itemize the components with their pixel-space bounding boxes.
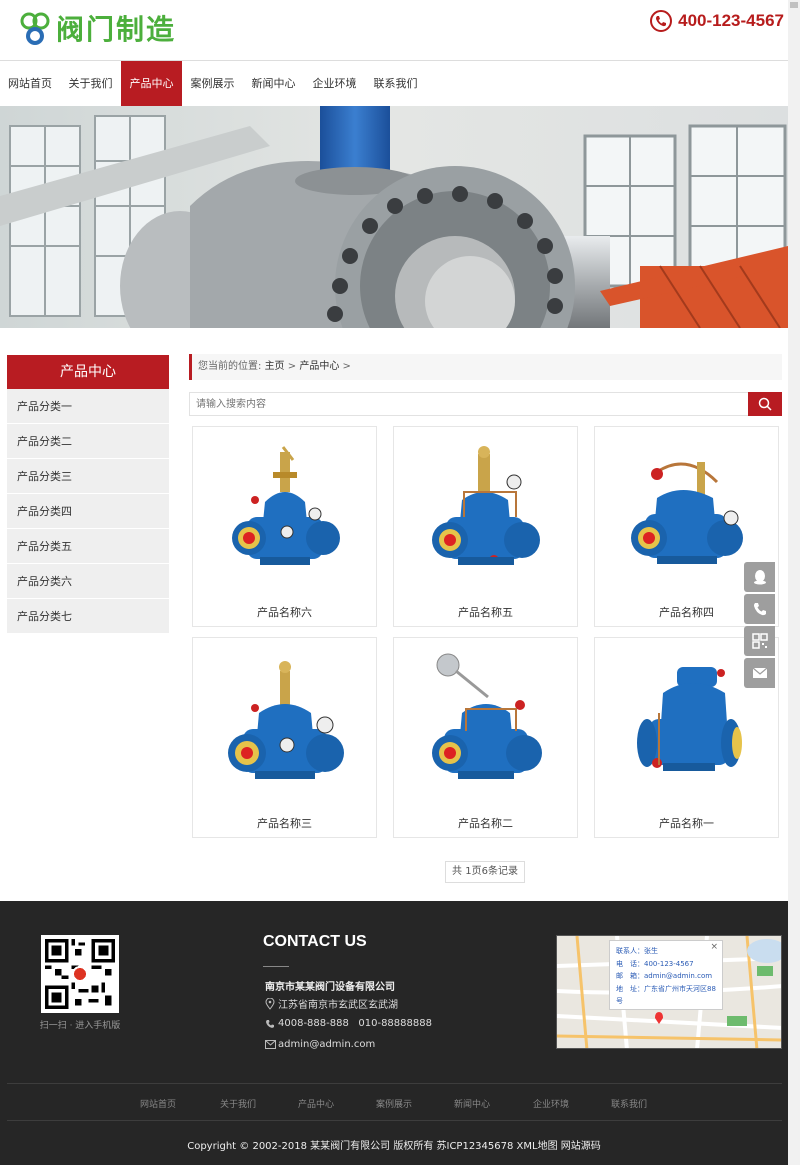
product-name[interactable]: 产品名称一 bbox=[595, 815, 778, 831]
sidebar-item-category-7[interactable]: 产品分类七 bbox=[7, 599, 169, 634]
map-address: 地 址：广东省广州市天河区88号 bbox=[616, 984, 716, 1006]
phone-icon bbox=[650, 10, 673, 32]
product-card[interactable]: 产品名称三 bbox=[192, 637, 377, 838]
close-icon[interactable]: × bbox=[710, 941, 718, 954]
product-name[interactable]: 产品名称六 bbox=[193, 604, 376, 620]
phone-text: 4008-888-888 010-88888888 bbox=[278, 1018, 432, 1029]
sidebar-item-category-3[interactable]: 产品分类三 bbox=[7, 459, 169, 494]
banner-image bbox=[0, 106, 788, 328]
email-text[interactable]: admin@admin.com bbox=[278, 1039, 375, 1050]
footer-divider bbox=[7, 1083, 782, 1084]
contact-title: CONTACT US bbox=[263, 933, 367, 950]
nav-item-contact[interactable]: 联系我们 bbox=[365, 61, 426, 106]
logo-text: 阀门制造 bbox=[56, 13, 177, 46]
floating-toolbar bbox=[744, 562, 775, 690]
product-image[interactable] bbox=[394, 638, 577, 808]
product-image[interactable] bbox=[193, 427, 376, 597]
sidebar-item-category-2[interactable]: 产品分类二 bbox=[7, 424, 169, 459]
map-contact: 联系人：张生 bbox=[616, 947, 658, 955]
qrcode-button[interactable] bbox=[744, 626, 775, 656]
product-card[interactable]: 产品名称二 bbox=[393, 637, 578, 838]
qrcode-icon bbox=[751, 633, 768, 649]
site-header: 阀门制造 400-123-4567 bbox=[0, 0, 788, 60]
footer-nav-contact[interactable]: 联系我们 bbox=[611, 1097, 647, 1110]
qrcode-caption: 扫一扫 · 进入手机版 bbox=[39, 1021, 121, 1031]
scrollbar-thumb[interactable] bbox=[790, 2, 798, 8]
map-email: 邮 箱：admin@admin.com bbox=[616, 972, 713, 980]
email-row: admin@admin.com bbox=[265, 1039, 375, 1050]
product-image[interactable] bbox=[394, 427, 577, 597]
nav-item-home[interactable]: 网站首页 bbox=[0, 61, 60, 106]
nav-item-environment[interactable]: 企业环境 bbox=[304, 61, 365, 106]
footer-nav-home[interactable]: 网站首页 bbox=[140, 1097, 176, 1110]
qq-icon bbox=[753, 570, 766, 585]
footer-nav-environment[interactable]: 企业环境 bbox=[533, 1097, 569, 1110]
nav-item-products[interactable]: 产品中心 bbox=[121, 61, 182, 106]
nav-item-about[interactable]: 关于我们 bbox=[60, 61, 121, 106]
product-name[interactable]: 产品名称二 bbox=[394, 815, 577, 831]
footer-nav-cases[interactable]: 案例展示 bbox=[376, 1097, 412, 1110]
page-scrollbar[interactable] bbox=[788, 0, 800, 1165]
phone-small-icon bbox=[266, 1019, 274, 1028]
sidebar-item-category-4[interactable]: 产品分类四 bbox=[7, 494, 169, 529]
hotline: 400-123-4567 bbox=[650, 10, 784, 32]
product-image[interactable] bbox=[193, 638, 376, 808]
search-bar bbox=[189, 392, 782, 416]
product-card[interactable]: 产品名称六 bbox=[192, 426, 377, 627]
product-card[interactable]: 产品名称五 bbox=[393, 426, 578, 627]
hero-banner bbox=[0, 106, 788, 328]
mail-icon bbox=[752, 667, 767, 678]
breadcrumb-separator: > bbox=[287, 361, 297, 372]
search-input[interactable] bbox=[190, 393, 748, 415]
nav-item-news[interactable]: 新闻中心 bbox=[243, 61, 304, 106]
map-phone: 电 话：400-123-4567 bbox=[616, 959, 694, 968]
footer-divider bbox=[7, 1120, 782, 1121]
search-button[interactable] bbox=[748, 392, 782, 416]
pagination-info: 共 1页6条记录 bbox=[445, 861, 525, 883]
company-name: 南京市某某阀门设备有限公司 bbox=[265, 982, 395, 993]
sidebar-item-category-5[interactable]: 产品分类五 bbox=[7, 529, 169, 564]
logo-mark-icon bbox=[20, 12, 50, 48]
footer-nav-about[interactable]: 关于我们 bbox=[220, 1097, 256, 1110]
site-logo[interactable]: 阀门制造 bbox=[20, 12, 176, 48]
phone-float-icon bbox=[753, 603, 766, 616]
address-row: 江苏省南京市玄武区玄武湖 bbox=[265, 996, 398, 1011]
mail-button[interactable] bbox=[744, 658, 775, 688]
search-icon bbox=[758, 397, 772, 411]
sidebar-title: 产品中心 bbox=[7, 355, 169, 389]
breadcrumb-trail: > bbox=[342, 361, 351, 372]
mail-small-icon bbox=[265, 1040, 276, 1049]
footer-nav-products[interactable]: 产品中心 bbox=[298, 1097, 334, 1110]
category-sidebar: 产品中心 产品分类一 产品分类二 产品分类三 产品分类四 产品分类五 产品分类六… bbox=[7, 355, 169, 634]
mobile-qrcode bbox=[41, 935, 119, 1013]
map-info-popup: × 联系人：张生 电 话：400-123-4567 邮 箱：admin@admi… bbox=[609, 940, 723, 1010]
phone-button[interactable] bbox=[744, 594, 775, 624]
hotline-number: 400-123-4567 bbox=[678, 11, 784, 30]
contact-divider bbox=[263, 966, 289, 967]
qq-button[interactable] bbox=[744, 562, 775, 592]
nav-item-cases[interactable]: 案例展示 bbox=[182, 61, 243, 106]
breadcrumb: 您当前的位置: 主页 > 产品中心 > bbox=[189, 354, 782, 380]
phone-row: 4008-888-888 010-88888888 bbox=[265, 1018, 432, 1029]
site-footer: 扫一扫 · 进入手机版 CONTACT US 南京市某某阀门设备有限公司 江苏省… bbox=[0, 901, 788, 1165]
main-nav: 网站首页 关于我们 产品中心 案例展示 新闻中心 企业环境 联系我们 bbox=[0, 60, 788, 106]
sidebar-item-category-1[interactable]: 产品分类一 bbox=[7, 389, 169, 424]
copyright: Copyright © 2002-2018 某某阀门有限公司 版权所有 苏ICP… bbox=[187, 1141, 601, 1152]
product-name[interactable]: 产品名称三 bbox=[193, 815, 376, 831]
sidebar-item-category-6[interactable]: 产品分类六 bbox=[7, 564, 169, 599]
location-map[interactable]: × 联系人：张生 电 话：400-123-4567 邮 箱：admin@admi… bbox=[556, 935, 782, 1049]
breadcrumb-home-link[interactable]: 主页 bbox=[265, 361, 285, 372]
product-name[interactable]: 产品名称五 bbox=[394, 604, 577, 620]
footer-nav-news[interactable]: 新闻中心 bbox=[454, 1097, 490, 1110]
breadcrumb-prefix: 您当前的位置: bbox=[198, 361, 262, 372]
location-icon bbox=[265, 997, 275, 1010]
breadcrumb-current-link[interactable]: 产品中心 bbox=[299, 361, 339, 372]
address-text: 江苏省南京市玄武区玄武湖 bbox=[278, 1000, 398, 1011]
